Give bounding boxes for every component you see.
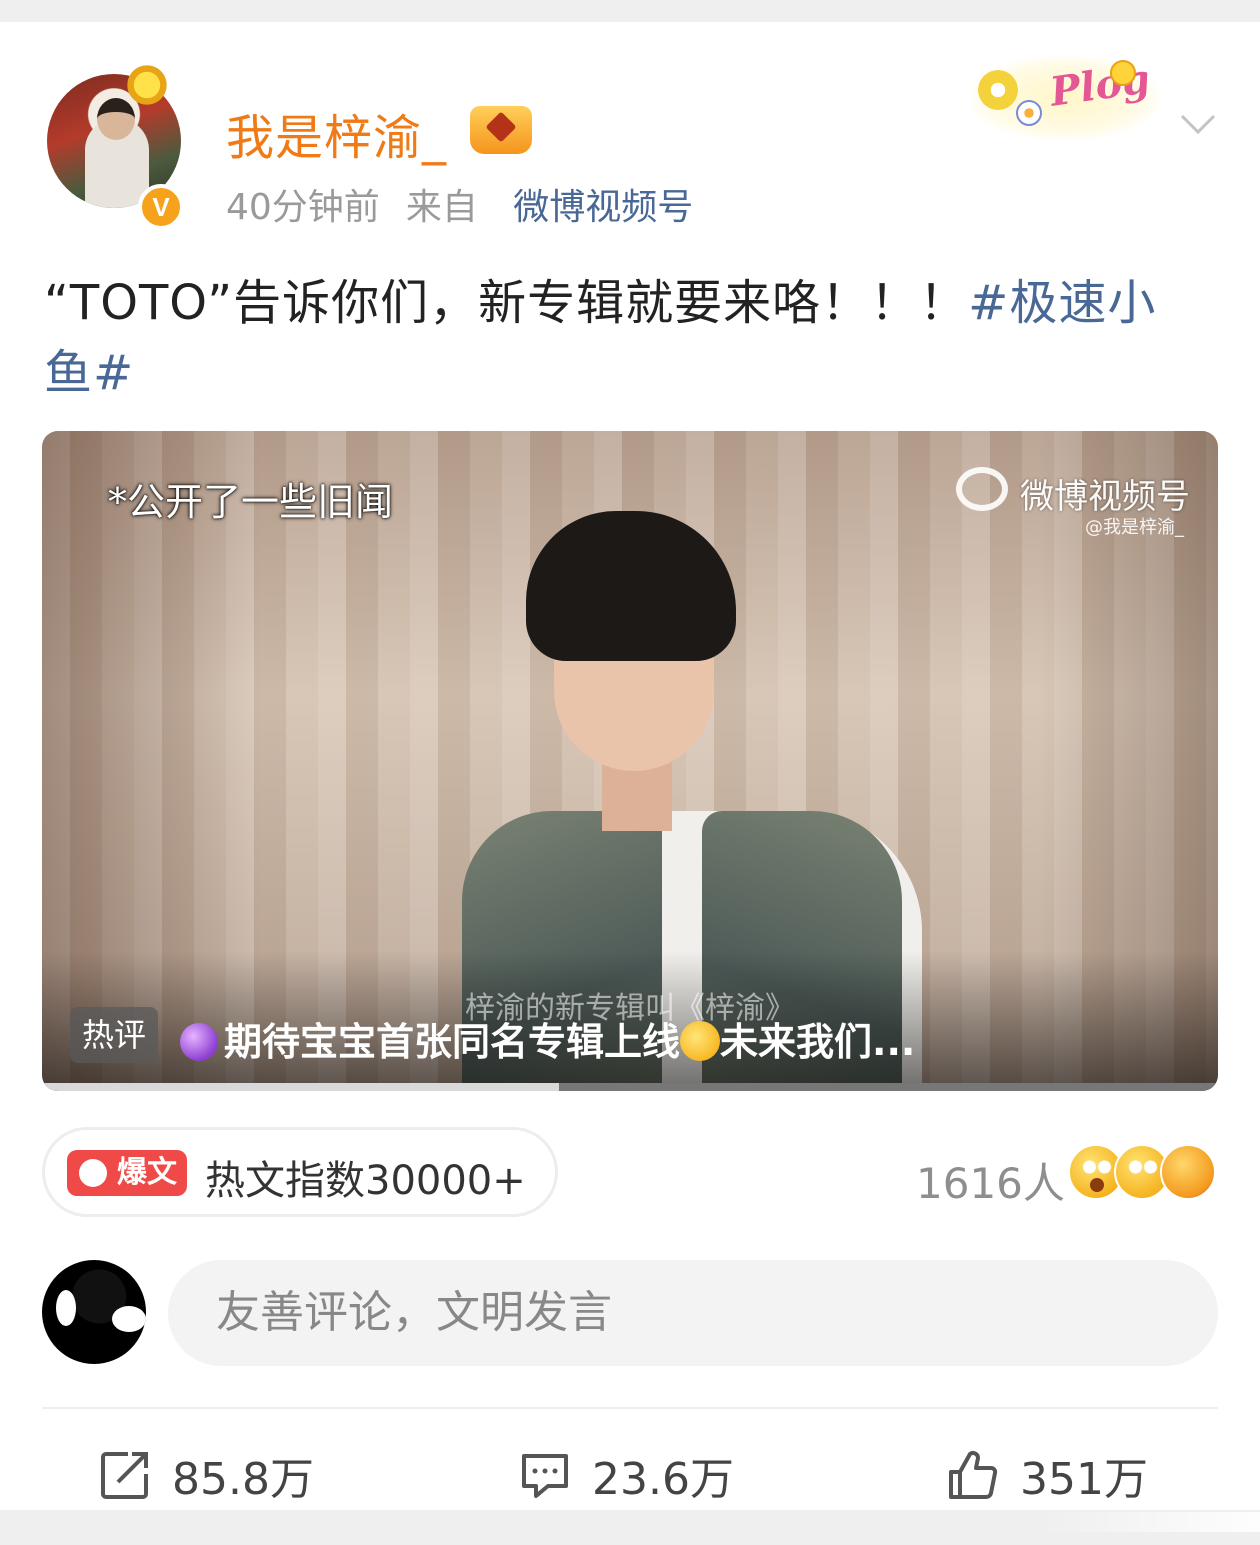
boom-badge: 爆文 [67, 1150, 187, 1196]
like-icon [949, 1451, 998, 1499]
chevron-down-icon[interactable] [1178, 104, 1218, 144]
video-player[interactable]: *公开了一些旧闻 微博视频号 @我是梓渝_ 梓渝的新专辑叫《梓渝》 热评 期待宝… [42, 431, 1218, 1091]
my-avatar[interactable] [42, 1260, 146, 1364]
weibo-logo-icon [956, 467, 1008, 511]
comment-button[interactable]: 23.6万 [518, 1440, 734, 1510]
post-source[interactable]: 微博视频号 [513, 187, 693, 228]
post-card: V 我是梓渝_ 40分钟前 来自 微博视频号 Plog “TOTO”告诉你们，新专… [0, 22, 1260, 1510]
hot-index-text: 热文指数30000+ [205, 1158, 526, 1204]
comment-count: 23.6万 [592, 1454, 734, 1505]
smile-icon [1110, 60, 1136, 86]
plog-sticker-text: Plog [1047, 55, 1153, 116]
reaction-emojis[interactable] [1068, 1144, 1218, 1202]
post-time: 40分钟前 [226, 187, 380, 228]
post-text: “TOTO”告诉你们，新专辑就要来咯！！！#极速小鱼# [44, 268, 1204, 408]
divider [42, 1407, 1218, 1409]
crown-badge-icon[interactable] [470, 106, 532, 154]
from-label: 来自 [405, 187, 478, 228]
video-progress-bar[interactable] [42, 1083, 1218, 1091]
video-progress-fill [42, 1083, 560, 1091]
watermark-name: 微博视频号 [1020, 477, 1190, 517]
avatar-head [97, 98, 135, 140]
like-button[interactable]: 351万 [946, 1440, 1148, 1510]
hot-comment-text: 期待宝宝首张同名专辑上线 [224, 1020, 681, 1064]
repost-icon [101, 1452, 148, 1499]
plog-sticker: Plog [970, 55, 1160, 140]
pleading-face-icon [680, 1021, 721, 1061]
comment-input[interactable]: 友善评论，文明发言 [168, 1260, 1218, 1366]
post-body: “TOTO”告诉你们，新专辑就要来咯！！！ [44, 275, 969, 331]
verified-v-icon: V [138, 184, 184, 230]
repost-button[interactable]: 85.8万 [98, 1440, 314, 1510]
author-name[interactable]: 我是梓渝_ [226, 98, 447, 168]
post-meta: 40分钟前 来自 微博视频号 [226, 178, 693, 230]
reactions-count[interactable]: 1616人 [916, 1150, 1065, 1211]
flower-icon [978, 70, 1018, 110]
avatar-pendant-icon [124, 62, 170, 108]
flower-icon [1016, 100, 1042, 126]
comment-icon [522, 1454, 568, 1498]
repost-count: 85.8万 [172, 1454, 314, 1505]
watermark-handle: @我是梓渝_ [1085, 517, 1184, 538]
like-count: 351万 [1020, 1454, 1148, 1505]
hot-comment-tail: 未来我们... [720, 1020, 916, 1064]
crystal-ball-icon [180, 1023, 218, 1061]
hot-comment-badge: 热评 [70, 1007, 159, 1063]
bottom-fade [1040, 1512, 1260, 1532]
video-overlay-text: *公开了一些旧闻 [108, 480, 394, 524]
hot-comment[interactable]: 期待宝宝首张同名专辑上线 未来我们... [180, 1011, 915, 1066]
kissing-face-icon [1160, 1144, 1216, 1200]
hot-index-pill[interactable]: 爆文 热文指数30000+ [42, 1127, 558, 1217]
